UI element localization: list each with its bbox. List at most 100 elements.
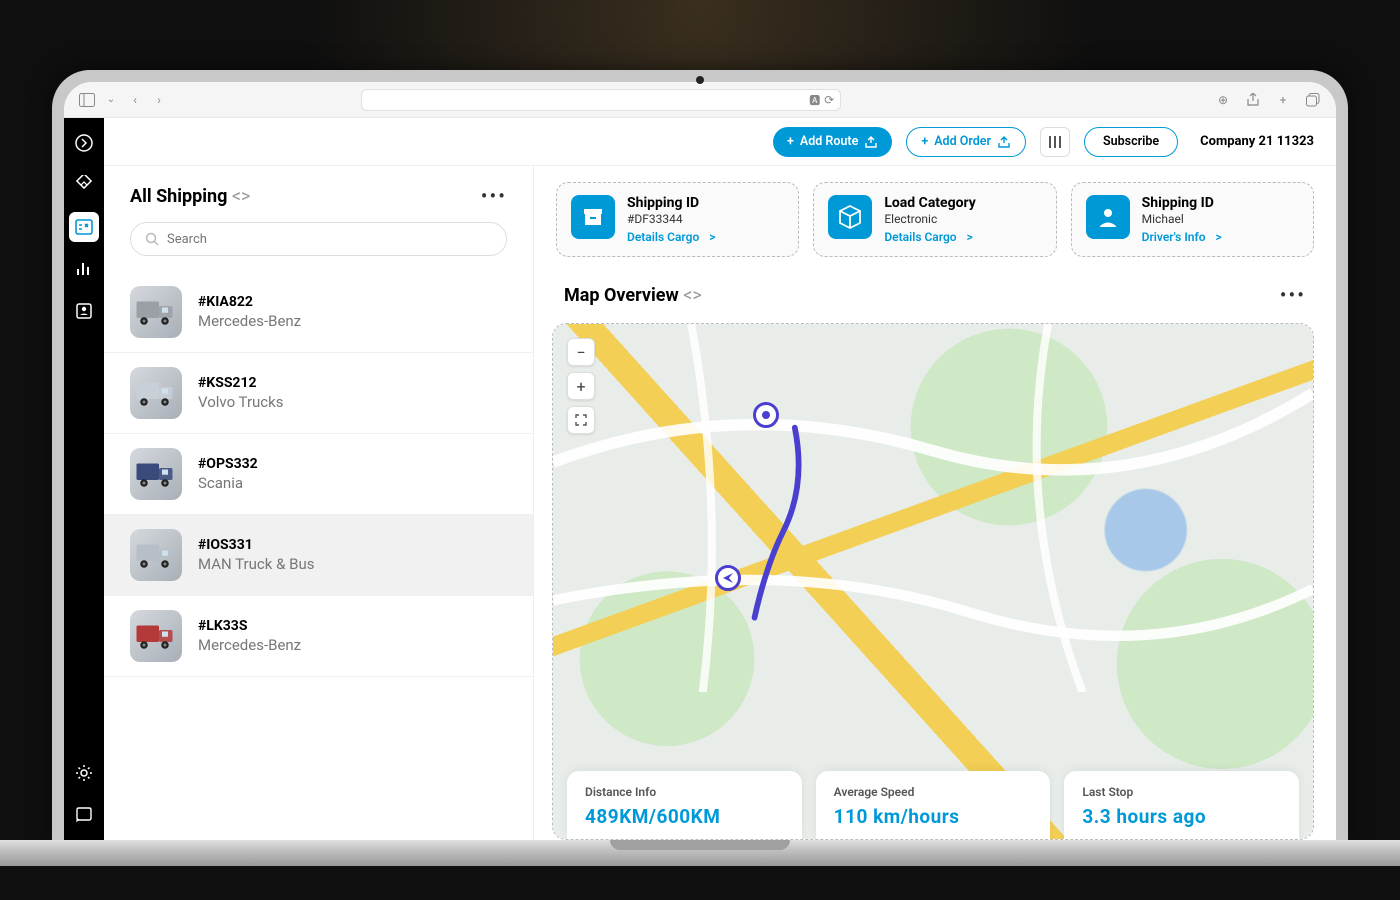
- stat-value: 3.3 hours ago: [1082, 805, 1281, 828]
- stat-label: Average Speed: [834, 785, 1033, 799]
- nav-route-icon[interactable]: [69, 170, 99, 200]
- card-subtitle: #DF33344: [627, 212, 715, 226]
- chevron-down-icon[interactable]: ⌄: [102, 91, 120, 109]
- shipping-list: #KIA822 Mercedes-Benz #KSS212 Volvo Truc…: [104, 272, 533, 840]
- truck-thumbnail: [130, 367, 182, 419]
- reload-icon[interactable]: ⟳: [824, 93, 834, 107]
- fullscreen-button[interactable]: [567, 406, 595, 434]
- app-shell: + Add Route + Add Order Subscribe Compan…: [64, 118, 1336, 840]
- main-area: + Add Route + Add Order Subscribe Compan…: [104, 118, 1336, 840]
- ship-item-text: #KIA822 Mercedes-Benz: [198, 294, 301, 330]
- add-order-button[interactable]: + Add Order: [906, 127, 1026, 157]
- truck-thumbnail: [130, 610, 182, 662]
- plus-icon[interactable]: +: [1274, 91, 1292, 109]
- card-title: Load Category: [884, 195, 975, 211]
- chevron-code-icon: <>: [232, 186, 251, 207]
- content-row: All Shipping <> •••: [104, 166, 1336, 840]
- shipping-list-item[interactable]: #KSS212 Volvo Trucks: [104, 353, 533, 434]
- search-icon: [145, 232, 159, 246]
- add-route-button[interactable]: + Add Route: [773, 127, 892, 157]
- shipping-panel-header: All Shipping <> •••: [104, 166, 533, 216]
- search-input[interactable]: [130, 222, 507, 256]
- nav-settings-icon[interactable]: [69, 758, 99, 788]
- search-field[interactable]: [167, 232, 492, 247]
- nav-contacts-icon[interactable]: [69, 296, 99, 326]
- url-bar[interactable]: 🅰 ⟳: [361, 89, 841, 111]
- add-route-label: Add Route: [800, 134, 858, 149]
- shipping-make: MAN Truck & Bus: [198, 555, 314, 573]
- map-roads: [553, 324, 1313, 692]
- laptop-base: [0, 840, 1400, 866]
- nav-analytics-icon[interactable]: [69, 254, 99, 284]
- stat-label: Last Stop: [1082, 785, 1281, 799]
- view-toggle-button[interactable]: [1040, 127, 1070, 157]
- shipping-list-item[interactable]: #LK33S Mercedes-Benz: [104, 596, 533, 677]
- nav-sidebar: [64, 118, 104, 840]
- nav-shipments-icon[interactable]: [69, 212, 99, 242]
- card-title: Shipping ID: [627, 195, 715, 211]
- card-body: Load Category Electronic Details Cargo>: [884, 195, 975, 244]
- stat-value: 110 km/hours: [834, 805, 1033, 828]
- ship-item-text: #IOS331 MAN Truck & Bus: [198, 537, 314, 573]
- package-icon: [828, 195, 872, 239]
- map-area[interactable]: − + Distance Info 489KM/600KM Average Sp…: [552, 323, 1314, 840]
- more-options-icon[interactable]: •••: [481, 184, 507, 208]
- shipping-panel: All Shipping <> •••: [104, 166, 534, 840]
- map-stat-card: Last Stop 3.3 hours ago: [1064, 771, 1299, 840]
- shipping-id: #OPS332: [198, 456, 258, 472]
- subscribe-button[interactable]: Subscribe: [1084, 127, 1178, 157]
- chrome-right-controls: ⊕ +: [1214, 91, 1322, 109]
- laptop-camera: [696, 76, 704, 84]
- route-origin-marker: [753, 402, 779, 428]
- zoom-out-button[interactable]: −: [567, 338, 595, 366]
- chevron-code-icon: <>: [683, 285, 702, 306]
- tabs-icon[interactable]: [1304, 91, 1322, 109]
- upload-icon: [997, 135, 1011, 149]
- share-icon[interactable]: [1244, 91, 1262, 109]
- map-stat-card: Distance Info 489KM/600KM: [567, 771, 802, 840]
- top-action-bar: + Add Route + Add Order Subscribe Compan…: [104, 118, 1336, 166]
- card-body: Shipping ID Michael Driver's Info>: [1142, 195, 1222, 244]
- search-container: [104, 216, 533, 272]
- shipping-make: Mercedes-Benz: [198, 636, 301, 654]
- shipping-id: #LK33S: [198, 618, 301, 634]
- card-title: Shipping ID: [1142, 195, 1222, 211]
- sidebar-toggle-icon[interactable]: [78, 91, 96, 109]
- archive-icon: [571, 195, 615, 239]
- download-icon[interactable]: ⊕: [1214, 91, 1232, 109]
- laptop-frame: ⌄ ‹ › 🅰 ⟳ ⊕ +: [52, 70, 1348, 840]
- nav-expand-icon[interactable]: [69, 128, 99, 158]
- shipping-list-item[interactable]: #KIA822 Mercedes-Benz: [104, 272, 533, 353]
- back-icon[interactable]: ‹: [126, 91, 144, 109]
- info-card: Shipping ID #DF33344 Details Cargo>: [556, 182, 799, 257]
- zoom-in-button[interactable]: +: [567, 372, 595, 400]
- card-link[interactable]: Details Cargo>: [884, 230, 975, 244]
- stat-label: Distance Info: [585, 785, 784, 799]
- shipping-make: Volvo Trucks: [198, 393, 284, 411]
- add-order-label: Add Order: [934, 134, 991, 149]
- shipping-id: #IOS331: [198, 537, 314, 553]
- map-controls: − +: [567, 338, 595, 434]
- info-card: Load Category Electronic Details Cargo>: [813, 182, 1056, 257]
- map-stats-strip: Distance Info 489KM/600KM Average Speed …: [567, 771, 1299, 840]
- more-options-icon[interactable]: •••: [1280, 283, 1306, 307]
- translate-icon[interactable]: 🅰: [809, 92, 820, 108]
- shipping-list-item[interactable]: #IOS331 MAN Truck & Bus: [104, 515, 533, 596]
- upload-icon: [864, 135, 878, 149]
- card-link[interactable]: Driver's Info>: [1142, 230, 1222, 244]
- chrome-left-controls: ⌄ ‹ ›: [78, 91, 168, 109]
- info-card: Shipping ID Michael Driver's Info>: [1071, 182, 1314, 257]
- all-shipping-title: All Shipping <>: [130, 186, 250, 207]
- laptop-screen: ⌄ ‹ › 🅰 ⟳ ⊕ +: [64, 82, 1336, 840]
- truck-thumbnail: [130, 286, 182, 338]
- card-link[interactable]: Details Cargo>: [627, 230, 715, 244]
- card-subtitle: Michael: [1142, 212, 1222, 226]
- card-subtitle: Electronic: [884, 212, 975, 226]
- company-label: Company 21 11323: [1200, 134, 1314, 149]
- nav-help-icon[interactable]: [69, 800, 99, 830]
- map-stat-card: Average Speed 110 km/hours: [816, 771, 1051, 840]
- stat-value: 489KM/600KM: [585, 805, 784, 828]
- route-current-marker: [715, 565, 741, 591]
- shipping-list-item[interactable]: #OPS332 Scania: [104, 434, 533, 515]
- forward-icon[interactable]: ›: [150, 91, 168, 109]
